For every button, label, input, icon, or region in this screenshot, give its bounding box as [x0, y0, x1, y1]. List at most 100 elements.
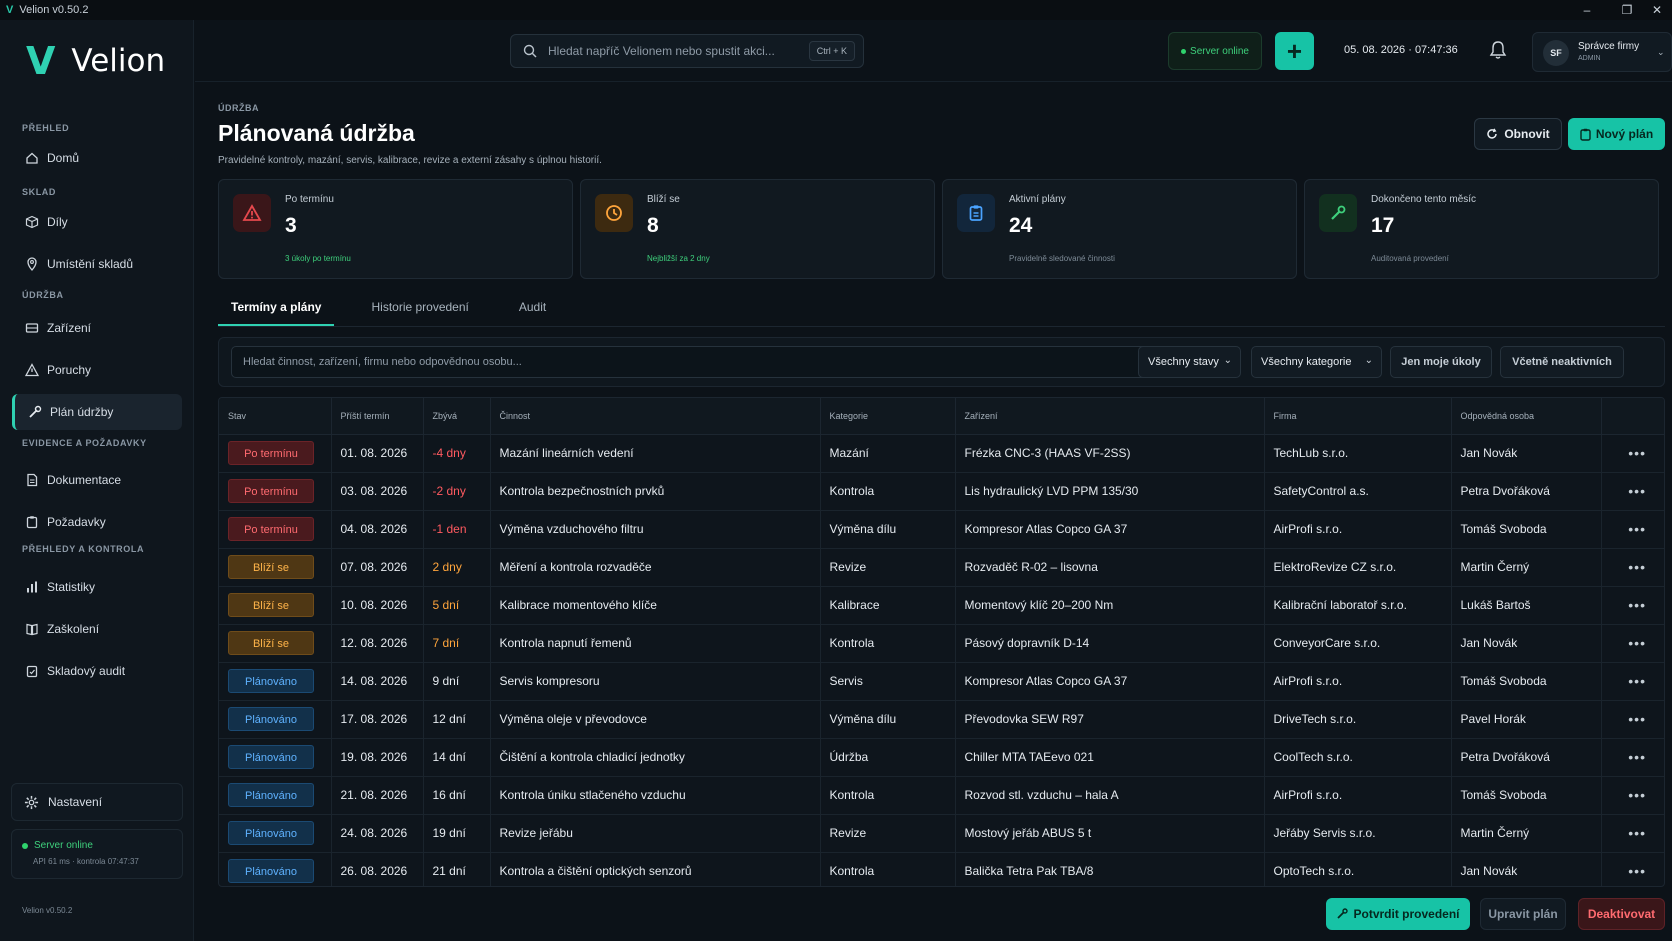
category-cell: Kontrola — [820, 776, 956, 815]
more-options-icon[interactable]: ••• — [1628, 749, 1646, 765]
stat-card-value: 17 — [1371, 214, 1395, 237]
sidebar-item[interactable]: Zaškolení — [12, 611, 182, 647]
sidebar-item[interactable]: Požadavky — [12, 504, 182, 540]
stat-card[interactable]: Aktivní plány 24 Pravidelně sledované činn… — [942, 179, 1297, 279]
device-cell: Kompresor Atlas Copco GA 37 — [955, 662, 1265, 701]
row-menu[interactable]: ••• — [1601, 548, 1664, 587]
close-icon[interactable]: ✕ — [1642, 0, 1672, 20]
firm-cell: Kalibrační laboratoř s.r.o. — [1264, 586, 1452, 625]
column-header[interactable]: Kategorie — [820, 398, 956, 435]
restore-icon[interactable]: ❐ — [1612, 0, 1642, 20]
sidebar-item[interactable]: Díly — [12, 204, 182, 240]
sidebar-item-label: Dokumentace — [47, 473, 122, 487]
global-search-input[interactable]: Hledat napříč Velionem nebo spustit akci… — [548, 44, 775, 58]
settings-button[interactable]: Nastavení — [11, 783, 183, 821]
server-status-pill[interactable]: Server online — [1168, 32, 1262, 70]
column-header[interactable] — [1601, 398, 1664, 435]
status-select[interactable]: Všechny stavy ⌄ — [1138, 346, 1241, 378]
more-options-icon[interactable]: ••• — [1628, 445, 1646, 461]
tab[interactable]: Audit — [506, 298, 559, 326]
row-menu[interactable]: ••• — [1601, 814, 1664, 853]
table-row[interactable]: Po termínu 03. 08. 2026 -2 dny Kontrola bez… — [219, 472, 1664, 511]
tab[interactable]: Historie provedení — [358, 298, 481, 326]
table-row[interactable]: Plánováno 17. 08. 2026 12 dní Výměna oleje … — [219, 700, 1664, 739]
row-menu[interactable]: ••• — [1601, 510, 1664, 549]
table-row[interactable]: Plánováno 24. 08. 2026 19 dní Revize jeřábu… — [219, 814, 1664, 853]
column-header[interactable]: Zařízení — [955, 398, 1265, 435]
stat-card[interactable]: Blíží se 8 Nejbližší za 2 dny — [580, 179, 935, 279]
table-row[interactable]: Blíží se 12. 08. 2026 7 dní Kontrola napnut… — [219, 624, 1664, 663]
app-logo[interactable]: V Velion — [26, 42, 165, 80]
sidebar-item[interactable]: Umístění skladů — [12, 246, 182, 282]
sidebar-item[interactable]: Poruchy — [12, 352, 182, 388]
table-row[interactable]: Plánováno 26. 08. 2026 21 dní Kontrola a či… — [219, 852, 1664, 886]
more-options-icon[interactable]: ••• — [1628, 597, 1646, 613]
include-inactive-toggle[interactable]: Včetně neaktivních — [1500, 346, 1624, 378]
more-options-icon[interactable]: ••• — [1628, 635, 1646, 651]
column-header[interactable]: Příští termín — [331, 398, 424, 435]
row-menu[interactable]: ••• — [1601, 776, 1664, 815]
status-cell: Po termínu — [219, 472, 332, 511]
my-tasks-toggle[interactable]: Jen moje úkoly — [1390, 346, 1492, 378]
sidebar-item[interactable]: Zařízení — [12, 310, 182, 346]
remaining-cell: 5 dní — [423, 586, 491, 625]
column-header[interactable]: Činnost — [490, 398, 821, 435]
column-header[interactable]: Firma — [1264, 398, 1452, 435]
row-menu[interactable]: ••• — [1601, 434, 1664, 473]
deactivate-button[interactable]: Deaktivovat — [1578, 898, 1665, 930]
row-menu[interactable]: ••• — [1601, 624, 1664, 663]
bell-icon[interactable] — [1489, 40, 1507, 60]
remaining-cell: 7 dní — [423, 624, 491, 663]
stat-card[interactable]: Po termínu 3 3 úkoly po termínu — [218, 179, 573, 279]
next-date-cell: 21. 08. 2026 — [331, 776, 424, 815]
stat-card-value: 3 — [285, 214, 297, 237]
sidebar-item[interactable]: Statistiky — [12, 569, 182, 605]
table-row[interactable]: Plánováno 14. 08. 2026 9 dní Servis kompres… — [219, 662, 1664, 701]
new-plan-button[interactable]: Nový plán — [1568, 118, 1665, 150]
row-menu[interactable]: ••• — [1601, 472, 1664, 511]
more-options-icon[interactable]: ••• — [1628, 711, 1646, 727]
table-row[interactable]: Plánováno 19. 08. 2026 14 dní Čištění a kon… — [219, 738, 1664, 777]
more-options-icon[interactable]: ••• — [1628, 787, 1646, 803]
row-menu[interactable]: ••• — [1601, 738, 1664, 777]
global-search[interactable]: Hledat napříč Velionem nebo spustit akci… — [510, 34, 864, 68]
filter-search-input[interactable]: Hledat činnost, zařízení, firmu nebo odp… — [231, 346, 1160, 378]
more-options-icon[interactable]: ••• — [1628, 863, 1646, 879]
window-title: Velion v0.50.2 — [19, 4, 89, 16]
current-datetime: 05. 08. 2026 · 07:47:36 — [1344, 44, 1458, 56]
edit-plan-button[interactable]: Upravit plán — [1480, 898, 1566, 930]
category-cell: Kontrola — [820, 852, 956, 886]
more-options-icon[interactable]: ••• — [1628, 483, 1646, 499]
tab[interactable]: Termíny a plány — [218, 298, 335, 326]
more-options-icon[interactable]: ••• — [1628, 825, 1646, 841]
row-menu[interactable]: ••• — [1601, 700, 1664, 739]
sidebar-item[interactable]: Plán údržby — [12, 394, 182, 430]
more-options-icon[interactable]: ••• — [1628, 521, 1646, 537]
category-select[interactable]: Všechny kategorie ⌄ — [1251, 346, 1382, 378]
column-header[interactable]: Stav — [219, 398, 332, 435]
confirm-execution-button[interactable]: Potvrdit provedení — [1326, 898, 1470, 930]
row-menu[interactable]: ••• — [1601, 586, 1664, 625]
more-options-icon[interactable]: ••• — [1628, 559, 1646, 575]
table-row[interactable]: Plánováno 21. 08. 2026 16 dní Kontrola únik… — [219, 776, 1664, 815]
device-cell: Mostový jeřáb ABUS 5 t — [955, 814, 1265, 853]
refresh-button[interactable]: Obnovit — [1474, 118, 1562, 150]
column-header[interactable]: Odpovědná osoba — [1451, 398, 1602, 435]
row-menu[interactable]: ••• — [1601, 662, 1664, 701]
minimize-icon[interactable]: – — [1572, 0, 1602, 20]
more-options-icon[interactable]: ••• — [1628, 673, 1646, 689]
user-menu[interactable]: SF Správce firmy ADMIN ⌄ — [1532, 32, 1672, 72]
table-row[interactable]: Blíží se 10. 08. 2026 5 dní Kalibrace momen… — [219, 586, 1664, 625]
row-menu[interactable]: ••• — [1601, 852, 1664, 886]
activity-cell: Výměna vzduchového filtru — [490, 510, 821, 549]
quick-add-button[interactable]: + — [1275, 32, 1314, 70]
next-date-cell: 19. 08. 2026 — [331, 738, 424, 777]
sidebar-item[interactable]: Domů — [12, 140, 182, 176]
table-row[interactable]: Blíží se 07. 08. 2026 2 dny Měření a kontro… — [219, 548, 1664, 587]
sidebar-item[interactable]: Skladový audit — [12, 653, 182, 689]
stat-card[interactable]: Dokončeno tento měsíc 17 Auditovaná proved… — [1304, 179, 1659, 279]
column-header[interactable]: Zbývá — [423, 398, 491, 435]
sidebar-item[interactable]: Dokumentace — [12, 462, 182, 498]
table-row[interactable]: Po termínu 01. 08. 2026 -4 dny Mazání lineá… — [219, 434, 1664, 473]
table-row[interactable]: Po termínu 04. 08. 2026 -1 den Výměna vzduc… — [219, 510, 1664, 549]
